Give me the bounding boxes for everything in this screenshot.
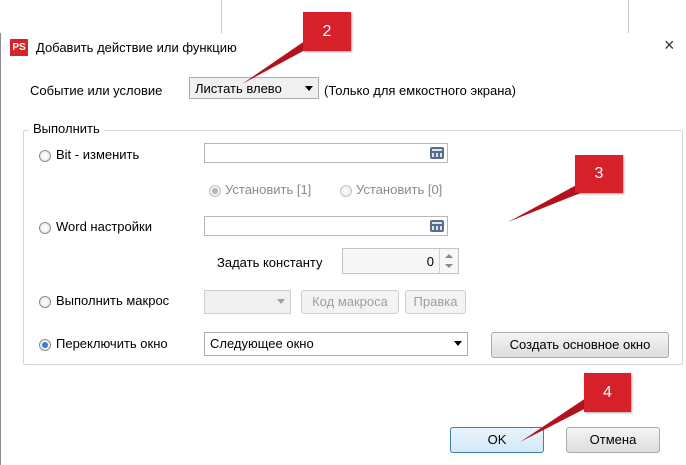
annotation-badge-4: 4 xyxy=(584,373,631,412)
annotation-badge-2: 2 xyxy=(303,12,351,51)
annotation-badge-3: 3 xyxy=(575,155,623,193)
